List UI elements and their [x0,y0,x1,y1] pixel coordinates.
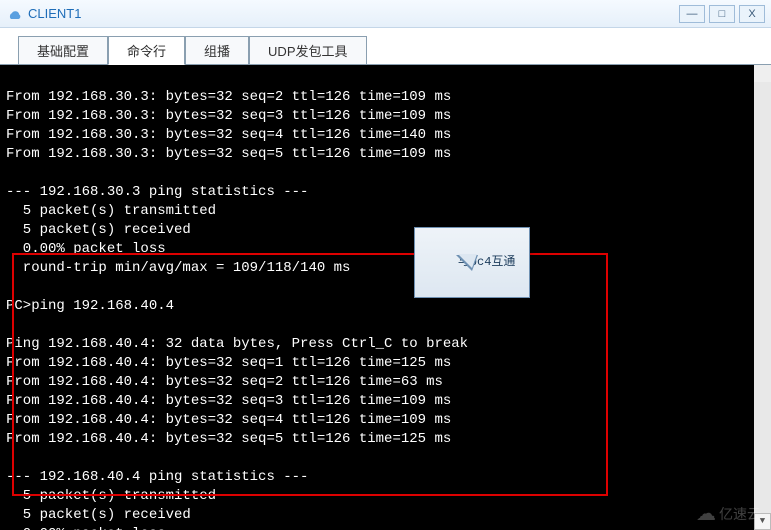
term-line: Ping 192.168.40.4: 32 data bytes, Press … [6,336,468,352]
tab-cli[interactable]: 命令行 [108,36,185,65]
term-line: 0.00% packet loss [6,526,166,530]
tab-bar: 基础配置 命令行 组播 UDP发包工具 [0,28,771,65]
term-line: From 192.168.40.4: bytes=32 seq=2 ttl=12… [6,374,443,390]
maximize-button[interactable]: □ [709,5,735,23]
tab-label: 基础配置 [37,44,89,59]
term-line: --- 192.168.40.4 ping statistics --- [6,469,308,485]
window-title: CLIENT1 [28,6,679,21]
tab-multicast[interactable]: 组播 [185,36,249,65]
watermark-text: 亿速云 [719,505,761,524]
term-line: From 192.168.30.3: bytes=32 seq=2 ttl=12… [6,89,451,105]
tab-basic-config[interactable]: 基础配置 [18,36,108,65]
term-line: --- 192.168.30.3 ping statistics --- [6,184,308,200]
term-line: 5 packet(s) transmitted [6,488,216,504]
tab-label: 组播 [204,44,230,59]
term-line: 0.00% packet loss [6,241,166,257]
app-icon [6,6,22,22]
term-line: round-trip min/avg/max = 109/118/140 ms [6,260,350,276]
terminal-output[interactable]: From 192.168.30.3: bytes=32 seq=2 ttl=12… [0,65,771,530]
minimize-button[interactable]: — [679,5,705,23]
term-line: From 192.168.30.3: bytes=32 seq=3 ttl=12… [6,108,451,124]
term-line: 5 packet(s) received [6,222,191,238]
watermark: ☁ 亿速云 [696,505,761,524]
term-line: PC>ping 192.168.40.4 [6,298,174,314]
term-line: From 192.168.30.3: bytes=32 seq=5 ttl=12… [6,146,451,162]
scrollbar[interactable]: ▲ ▼ [754,65,771,530]
tab-label: 命令行 [127,44,166,59]
term-line: From 192.168.40.4: bytes=32 seq=3 ttl=12… [6,393,451,409]
close-button[interactable]: X [739,5,765,23]
term-line: 5 packet(s) transmitted [6,203,216,219]
tab-udp-tool[interactable]: UDP发包工具 [249,36,366,65]
term-line: 5 packet(s) received [6,507,191,523]
scroll-track[interactable] [754,82,771,513]
titlebar: CLIENT1 — □ X [0,0,771,28]
term-line: From 192.168.30.3: bytes=32 seq=4 ttl=12… [6,127,451,143]
cloud-icon: ☁ [696,505,716,524]
term-line: From 192.168.40.4: bytes=32 seq=4 ttl=12… [6,412,451,428]
term-line: From 192.168.40.4: bytes=32 seq=1 ttl=12… [6,355,451,371]
term-line: From 192.168.40.4: bytes=32 seq=5 ttl=12… [6,431,451,447]
annotation-tail [456,255,478,271]
tab-label: UDP发包工具 [268,44,347,59]
window-buttons: — □ X [679,5,765,23]
